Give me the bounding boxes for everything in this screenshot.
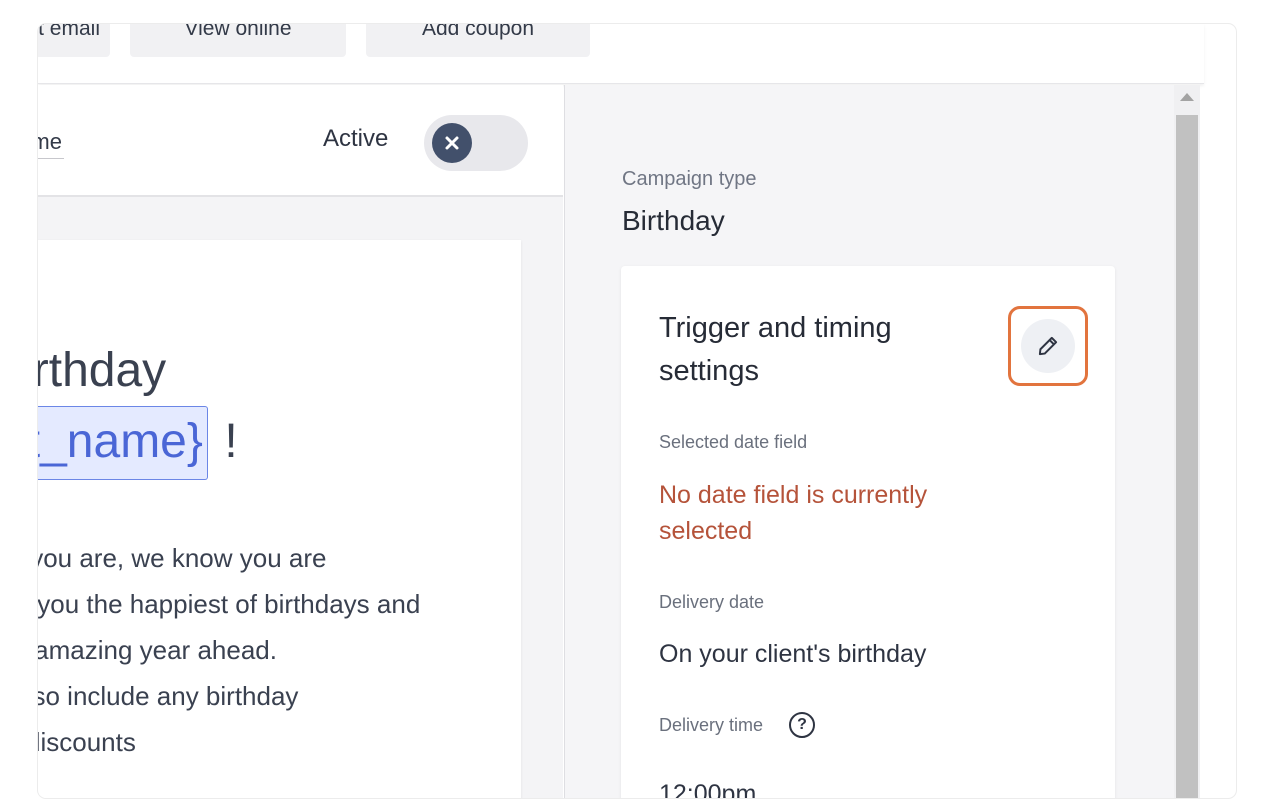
body-line: an amazing year ahead. bbox=[38, 635, 277, 665]
date-field-label: Selected date field bbox=[659, 432, 808, 452]
body-line: discounts bbox=[38, 727, 136, 757]
headline-variable-row: {client_first_name} ! bbox=[38, 406, 238, 480]
question-icon[interactable]: ? bbox=[789, 712, 815, 738]
delivery-time-value: 12:00pm bbox=[659, 780, 757, 798]
view-online-button[interactable]: View online bbox=[130, 24, 346, 57]
campaign-name-input[interactable]: Campaign name bbox=[38, 125, 64, 159]
scrollbar[interactable] bbox=[1174, 85, 1200, 798]
active-toggle[interactable] bbox=[424, 115, 528, 171]
body-line: You can also include any birthday bbox=[38, 681, 299, 711]
scroll-up-arrow[interactable] bbox=[1180, 93, 1194, 101]
email-preview-card[interactable]: Happy Birthday {client_first_name} ! No … bbox=[38, 240, 521, 798]
merge-variable-token[interactable]: {client_first_name} bbox=[38, 406, 208, 480]
top-toolbar: Send test email View online Add coupon bbox=[38, 24, 1204, 84]
campaign-type-label: Campaign type bbox=[622, 168, 757, 190]
campaign-header: Campaign name Active bbox=[38, 85, 563, 197]
headline-text: Happy Birthday bbox=[38, 344, 167, 397]
send-test-email-button[interactable]: Send test email bbox=[38, 24, 110, 57]
headline-suffix: ! bbox=[224, 415, 238, 468]
email-body-text: No matter how old you are, we know you a… bbox=[38, 535, 420, 765]
send-test-email-label: Send test email bbox=[38, 24, 100, 40]
active-label: Active bbox=[323, 125, 389, 152]
body-line: No matter how old you are, we know you a… bbox=[38, 543, 327, 573]
view-online-label: View online bbox=[184, 24, 292, 40]
campaign-settings-panel: Campaign type Birthday Trigger and timin… bbox=[564, 85, 1174, 798]
date-field-value: No date field is currently selected bbox=[659, 481, 928, 545]
edit-trigger-button[interactable] bbox=[1008, 306, 1088, 386]
campaign-name-value: Campaign name bbox=[38, 129, 62, 154]
card-title: Trigger and timing settings bbox=[659, 312, 892, 387]
app-window: Send test email View online Add coupon C… bbox=[38, 24, 1236, 798]
email-headline: Happy Birthday bbox=[38, 340, 166, 402]
add-coupon-label: Add coupon bbox=[421, 24, 535, 40]
trigger-timing-card: Trigger and timing settings Selected dat… bbox=[621, 266, 1115, 798]
delivery-date-value: On your client's birthday bbox=[659, 640, 927, 668]
email-editor-panel: Campaign name Active Happy Birthday {cli… bbox=[38, 85, 563, 798]
pencil-icon bbox=[1021, 319, 1075, 373]
close-icon bbox=[432, 123, 472, 163]
campaign-type-value: Birthday bbox=[622, 205, 725, 236]
body-line: wish you the happiest of birthdays and bbox=[38, 589, 421, 619]
scroll-thumb[interactable] bbox=[1176, 115, 1198, 798]
delivery-date-label: Delivery date bbox=[659, 592, 765, 612]
add-coupon-button[interactable]: Add coupon bbox=[366, 24, 590, 57]
delivery-time-label: Delivery time bbox=[659, 715, 764, 735]
